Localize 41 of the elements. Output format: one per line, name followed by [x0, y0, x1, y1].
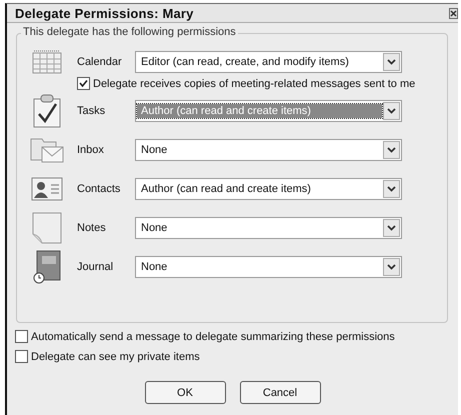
- checkbox-label: Delegate receives copies of meeting-related messages sent to me: [93, 78, 416, 90]
- folder-label: Notes: [76, 222, 107, 234]
- folder-label: Contacts: [76, 183, 122, 195]
- folder-label: Tasks: [76, 105, 106, 117]
- folder-label: Calendar: [76, 56, 123, 68]
- checkbox-label: Automatically send a message to delegate summarizing these permissions: [31, 330, 395, 342]
- permission-dropdown[interactable]: None: [135, 256, 402, 278]
- cancel-button[interactable]: Cancel: [240, 381, 320, 404]
- contact-card-icon: [31, 177, 63, 201]
- dropdown-arrow-button[interactable]: [383, 258, 400, 276]
- ok-button[interactable]: OK: [144, 381, 226, 404]
- dropdown-arrow-button[interactable]: [383, 180, 400, 198]
- permission-dropdown[interactable]: None: [135, 139, 402, 161]
- folder-label: Journal: [76, 261, 114, 273]
- checkbox[interactable]: [77, 77, 90, 90]
- dropdown-arrow-button[interactable]: [383, 141, 400, 159]
- chevron-down-icon: [387, 186, 396, 192]
- chevron-down-icon: [387, 108, 396, 114]
- checkbox-label: Delegate can see my private items: [31, 350, 200, 362]
- dropdown-arrow-button[interactable]: [383, 219, 400, 237]
- chevron-down-icon: [387, 147, 396, 153]
- clipboard-checkmark-icon: [33, 94, 61, 128]
- chevron-down-icon: [387, 59, 396, 65]
- calendar-icon: [32, 50, 62, 74]
- permission-dropdown[interactable]: None: [135, 217, 402, 239]
- window-title: Delegate Permissions: Mary: [15, 6, 194, 20]
- checkbox[interactable]: [15, 350, 28, 363]
- chevron-down-icon: [387, 225, 396, 231]
- permission-dropdown[interactable]: Editor (can read, create, and modify items): [135, 51, 402, 73]
- journal-clock-icon: [33, 250, 61, 284]
- dropdown-arrow-button[interactable]: [383, 53, 400, 71]
- dropdown-arrow-button[interactable]: [383, 102, 400, 120]
- close-icon[interactable]: [449, 8, 458, 18]
- folder-envelope-icon: [30, 136, 64, 164]
- group-title: This delegate has the following permissions: [21, 26, 238, 38]
- chevron-down-icon: [387, 264, 396, 270]
- note-icon: [32, 212, 62, 244]
- permission-dropdown[interactable]: Author (can read and create items): [135, 178, 402, 200]
- permission-dropdown[interactable]: Author (can read and create items): [135, 100, 402, 122]
- folder-label: Inbox: [76, 144, 105, 156]
- checkbox[interactable]: [15, 330, 28, 343]
